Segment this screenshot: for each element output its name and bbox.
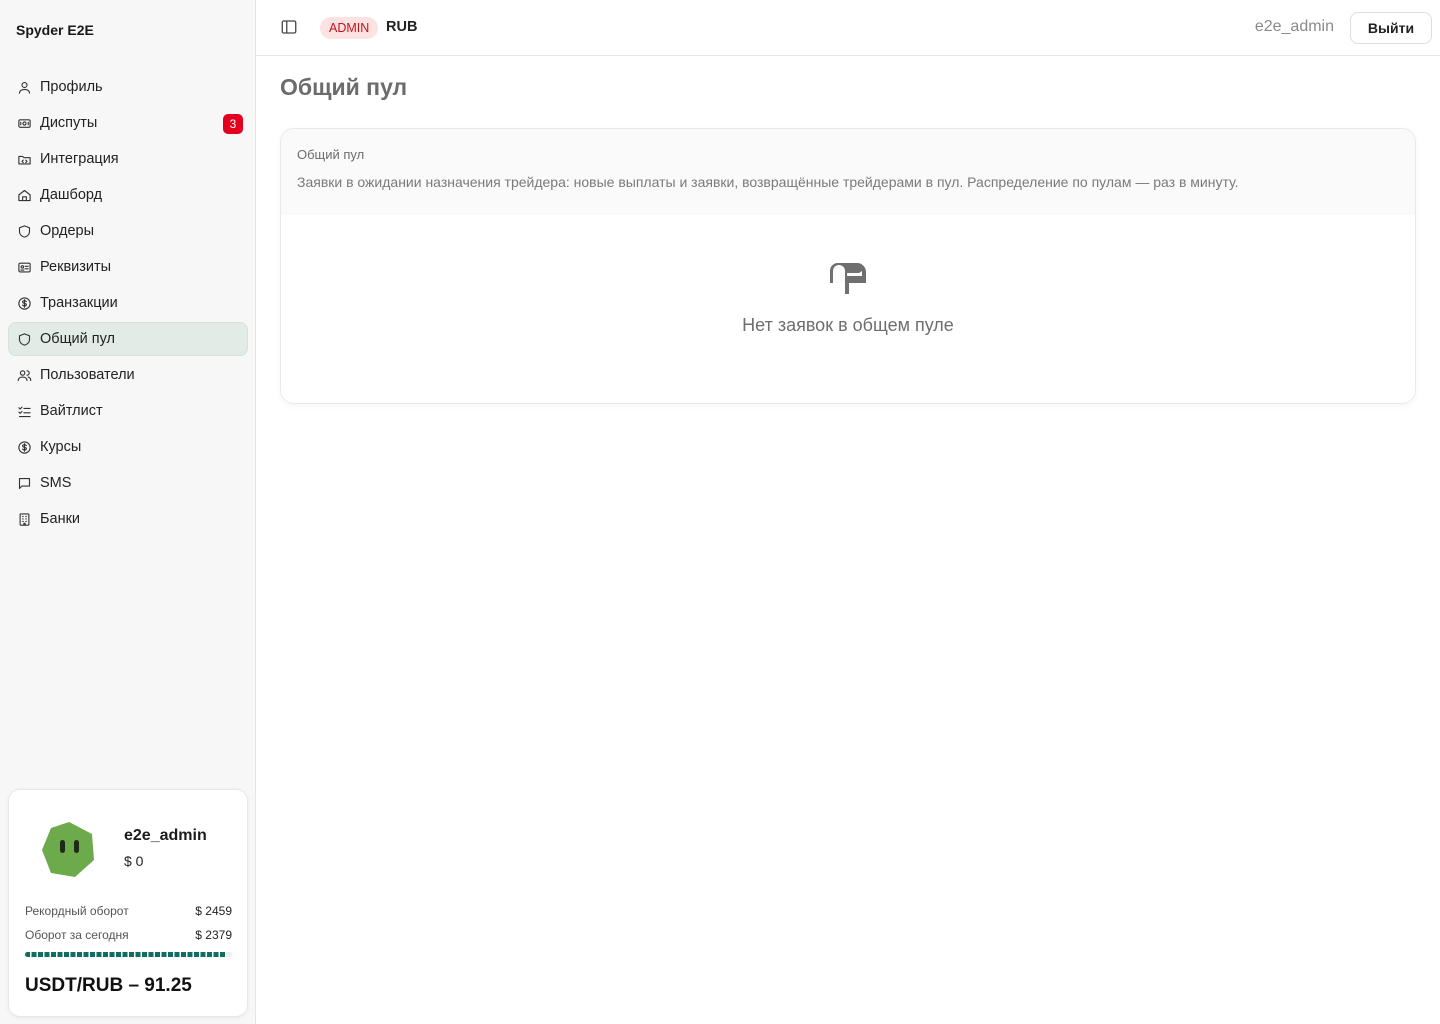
sidebar-item-banks[interactable]: Банки	[8, 502, 248, 536]
sidebar-item-disputes[interactable]: Диспуты 3	[8, 106, 248, 140]
empty-state-text: Нет заявок в общем пуле	[742, 315, 954, 335]
user-icon	[16, 79, 32, 95]
sidebar-item-label: Реквизиты	[40, 259, 112, 275]
sidebar-item-label: Пользователи	[40, 367, 135, 383]
sidebar-item-integration[interactable]: Интеграция	[8, 142, 248, 176]
sidebar: Spyder E2E Профиль Диспуты 3 Интеграция …	[0, 0, 256, 1024]
dollar-circle-icon	[16, 439, 32, 455]
sidebar-item-dashboard[interactable]: Дашборд	[8, 178, 248, 212]
avatar-eye-right	[74, 840, 79, 853]
ticket-icon	[16, 115, 32, 131]
today-turnover-label: Оборот за сегодня	[25, 928, 129, 942]
avatar	[42, 822, 94, 877]
record-turnover-label: Рекордный оборот	[25, 904, 129, 918]
sidebar-item-requisites[interactable]: Реквизиты	[8, 250, 248, 284]
message-square-icon	[16, 475, 32, 491]
building-icon	[16, 511, 32, 527]
sidebar-item-label: Профиль	[40, 79, 103, 95]
user-name: e2e_admin	[124, 827, 207, 844]
avatar-shape	[42, 822, 94, 877]
panel-description: Заявки в ожидании назначения трейдера: н…	[297, 174, 1239, 190]
role-badge: ADMIN	[320, 17, 379, 39]
panel-header: Общий пул Заявки в ожидании назначения т…	[281, 129, 1415, 215]
sidebar-item-orders[interactable]: Ордеры	[8, 214, 248, 248]
sidebar-item-label: Транзакции	[40, 295, 118, 311]
dollar-circle-icon	[16, 295, 32, 311]
turnover-progress-fill	[25, 952, 226, 957]
sidebar-item-label: SMS	[40, 475, 72, 491]
user-balance: $ 0	[124, 853, 144, 869]
mailbox-icon	[829, 263, 866, 294]
sidebar-item-sms[interactable]: SMS	[8, 466, 248, 500]
turnover-progress-bar	[25, 952, 232, 957]
sidebar-toggle-icon[interactable]	[280, 18, 300, 38]
sidebar-item-label: Курсы	[40, 439, 82, 455]
sidebar-item-label: Ордеры	[40, 223, 95, 239]
user-summary-card: e2e_admin $ 0 Рекордный оборот $ 2459 Об…	[8, 789, 248, 1017]
sidebar-item-whitelist[interactable]: Вайтлист	[8, 394, 248, 428]
exchange-rate: USDT/RUB – 91.25	[25, 975, 192, 996]
sidebar-item-rates[interactable]: Курсы	[8, 430, 248, 464]
sidebar-item-label: Банки	[40, 511, 81, 527]
today-turnover-value: $ 2379	[195, 928, 232, 942]
sidebar-item-label: Дашборд	[40, 187, 103, 203]
users-icon	[16, 367, 32, 383]
panel-title: Общий пул	[297, 147, 365, 162]
record-turnover-row: Рекордный оборот $ 2459	[25, 904, 232, 918]
sidebar-item-label: Общий пул	[40, 331, 115, 347]
shield-icon	[16, 331, 32, 347]
home-icon	[16, 187, 32, 203]
page-title: Общий пул	[280, 74, 408, 100]
today-turnover-row: Оборот за сегодня $ 2379	[25, 928, 232, 942]
sidebar-item-label: Вайтлист	[40, 403, 103, 419]
id-card-icon	[16, 259, 32, 275]
topbar: ADMIN RUB e2e_admin Выйти	[256, 0, 1440, 56]
logout-button[interactable]: Выйти	[1350, 12, 1432, 44]
currency-label: RUB	[386, 19, 418, 35]
sidebar-item-profile[interactable]: Профиль	[8, 70, 248, 104]
topbar-username: e2e_admin	[1254, 18, 1334, 35]
shield-icon	[16, 223, 32, 239]
sidebar-item-transactions[interactable]: Транзакции	[8, 286, 248, 320]
avatar-eye-left	[60, 840, 65, 853]
brand-title: Spyder E2E	[16, 22, 94, 38]
sidebar-item-label: Диспуты	[40, 115, 98, 131]
disputes-count-badge: 3	[223, 114, 243, 134]
sidebar-item-common-pool[interactable]: Общий пул	[8, 322, 248, 356]
folder-code-icon	[16, 151, 32, 167]
list-check-icon	[16, 403, 32, 419]
record-turnover-value: $ 2459	[195, 904, 232, 918]
sidebar-nav: Профиль Диспуты 3 Интеграция Дашборд Орд…	[8, 70, 248, 538]
sidebar-item-users[interactable]: Пользователи	[8, 358, 248, 392]
sidebar-item-label: Интеграция	[40, 151, 119, 167]
common-pool-panel: Общий пул Заявки в ожидании назначения т…	[280, 128, 1416, 404]
